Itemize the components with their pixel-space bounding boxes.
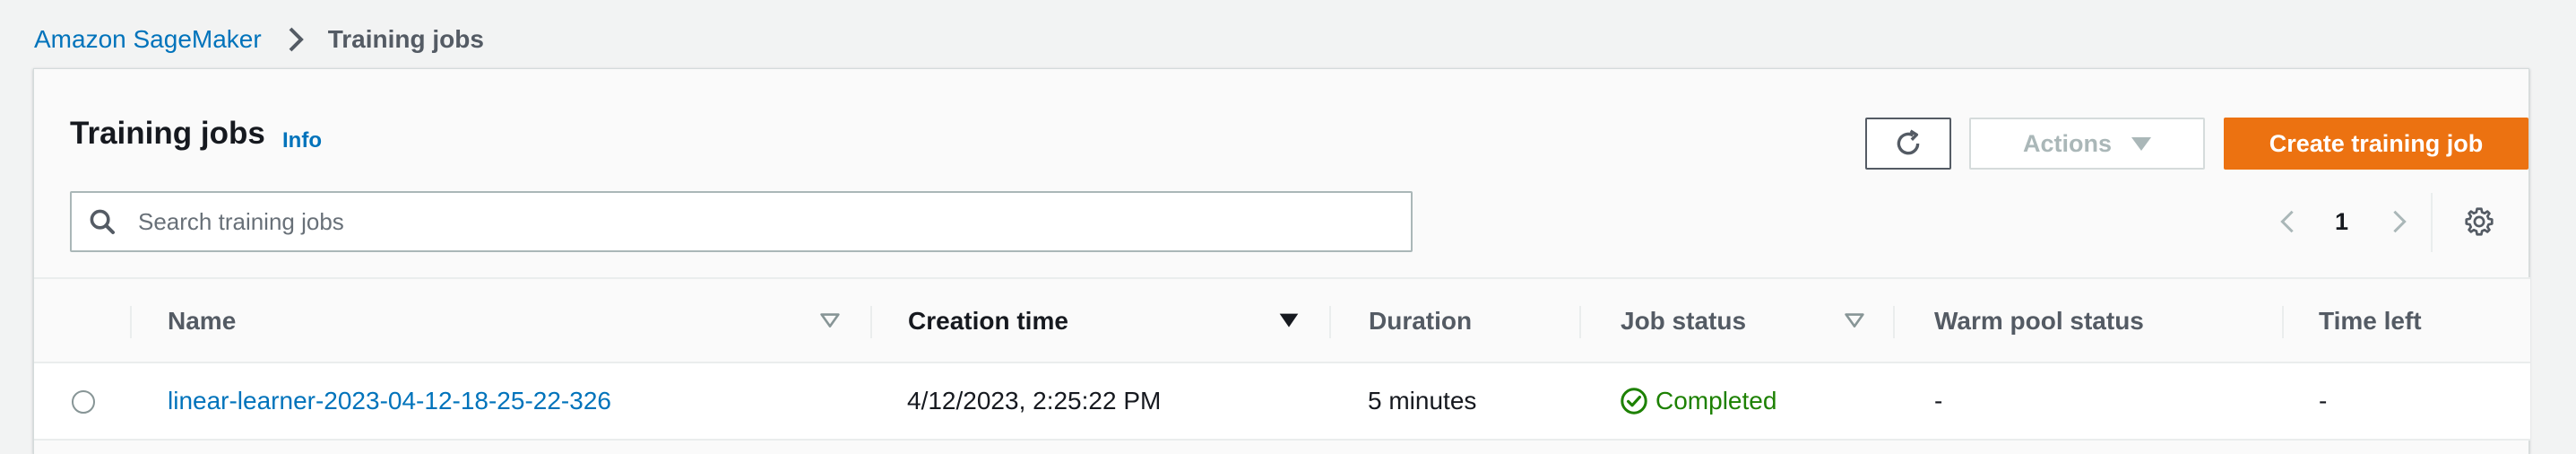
- job-status-label: Completed: [1655, 387, 1777, 415]
- sort-neutral-icon[interactable]: [817, 308, 843, 335]
- training-job-name-link[interactable]: linear-learner-2023-04-12-18-25-22-326: [168, 363, 611, 439]
- column-divider: [2282, 306, 2284, 338]
- breadcrumb-link-sagemaker[interactable]: Amazon SageMaker: [34, 25, 262, 54]
- duration-cell: 5 minutes: [1368, 387, 1477, 415]
- time-left-cell: -: [2319, 387, 2328, 415]
- gear-icon: [2465, 207, 2494, 236]
- chevron-right-icon: [289, 27, 304, 52]
- column-header-name[interactable]: Name: [168, 279, 236, 363]
- sort-descending-icon[interactable]: [1275, 308, 1302, 335]
- sort-neutral-icon[interactable]: [1841, 308, 1868, 335]
- info-link[interactable]: Info: [282, 128, 322, 153]
- search-icon: [90, 209, 115, 234]
- chevron-right-icon[interactable]: [2386, 208, 2413, 235]
- column-divider: [1329, 306, 1331, 338]
- column-header-creation-time[interactable]: Creation time: [908, 279, 1068, 363]
- warm-pool-status-cell: -: [1934, 387, 1943, 415]
- page-number[interactable]: 1: [2335, 208, 2348, 236]
- job-status-cell: Completed: [1620, 363, 1776, 439]
- create-training-job-button[interactable]: Create training job: [2224, 118, 2528, 170]
- creation-time-cell: 4/12/2023, 2:25:22 PM: [907, 387, 1162, 415]
- table-header: Name Creation time Duration Job status W…: [34, 277, 2530, 363]
- divider: [2431, 193, 2433, 252]
- breadcrumb: Amazon SageMaker Training jobs: [34, 23, 484, 56]
- chevron-left-icon[interactable]: [2274, 208, 2301, 235]
- column-header-duration[interactable]: Duration: [1369, 279, 1472, 363]
- page-title: Training jobs: [70, 116, 265, 151]
- pagination: 1: [2274, 191, 2413, 252]
- refresh-button[interactable]: [1865, 118, 1951, 170]
- row-select-radio[interactable]: [72, 390, 95, 414]
- breadcrumb-current: Training jobs: [327, 25, 484, 53]
- search-field[interactable]: [70, 191, 1413, 252]
- caret-down-icon: [2131, 136, 2151, 151]
- column-divider: [1893, 306, 1895, 338]
- column-header-job-status[interactable]: Job status: [1621, 279, 1746, 363]
- column-divider: [1579, 306, 1581, 338]
- training-jobs-panel: Training jobs Info Actions Create traini…: [33, 68, 2530, 454]
- actions-label: Actions: [2022, 129, 2112, 157]
- actions-dropdown-button[interactable]: Actions: [1969, 118, 2205, 170]
- column-header-warm-pool-status[interactable]: Warm pool status: [1934, 279, 2144, 363]
- settings-button[interactable]: [2459, 202, 2499, 241]
- column-header-time-left[interactable]: Time left: [2319, 279, 2422, 363]
- refresh-icon: [1897, 129, 1920, 155]
- column-divider: [130, 306, 132, 338]
- table-row[interactable]: linear-learner-2023-04-12-18-25-22-326 4…: [34, 363, 2530, 441]
- success-check-icon: [1621, 388, 1647, 415]
- column-divider: [870, 306, 872, 338]
- search-input[interactable]: [136, 206, 1301, 237]
